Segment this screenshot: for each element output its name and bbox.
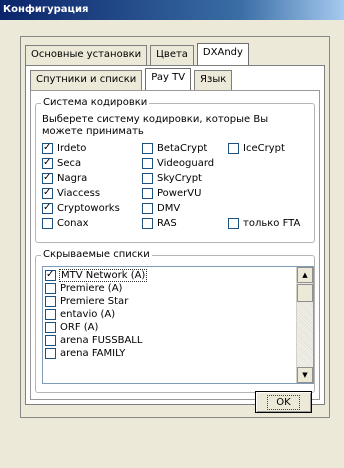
checkbox-label: Videoguard xyxy=(157,158,215,169)
checkbox-box[interactable] xyxy=(45,283,56,294)
list-item[interactable]: Premiere Star xyxy=(45,295,297,308)
checkbox-box[interactable] xyxy=(142,218,153,229)
checkbox-box[interactable] xyxy=(45,309,56,320)
checkbox-box[interactable] xyxy=(42,202,53,214)
list-item[interactable]: entavio (A) xyxy=(45,308,297,321)
tab-pay-tv[interactable]: Pay TV xyxy=(145,68,192,90)
checkbox-box[interactable] xyxy=(45,335,56,346)
list-item[interactable]: Premiere (A) xyxy=(45,282,297,295)
checkbox-box[interactable] xyxy=(142,203,153,214)
checkbox-label: SkyCrypt xyxy=(157,173,202,184)
list-item-label: ORF (A) xyxy=(60,322,99,333)
checkbox-box[interactable] xyxy=(45,296,56,307)
checkbox-conax[interactable]: Conax xyxy=(42,217,88,230)
checkbox-skycrypt[interactable]: SkyCrypt xyxy=(142,172,202,185)
tab-basic-settings[interactable]: Основные установки xyxy=(25,45,148,65)
checkbox-powervu[interactable]: PowerVU xyxy=(142,187,201,200)
checkbox-box[interactable] xyxy=(42,142,53,154)
scroll-up-button[interactable]: ▲ xyxy=(297,267,313,283)
ok-button-label: OK xyxy=(267,394,300,410)
checkbox-viaccess[interactable]: Viaccess xyxy=(42,187,100,200)
checkbox-label: DMV xyxy=(157,203,181,214)
list-item[interactable]: MTV Network (A) xyxy=(45,269,297,282)
hidden-lists-items: MTV Network (A) Premiere (A) Premiere St… xyxy=(45,269,297,360)
list-item[interactable]: ORF (A) xyxy=(45,321,297,334)
config-dialog: Основные установки Цвета DXAndy Спутники… xyxy=(20,36,330,418)
checkbox-box[interactable] xyxy=(42,172,53,184)
checkbox-label: Cryptoworks xyxy=(57,203,120,214)
checkbox-dmv[interactable]: DMV xyxy=(142,202,180,215)
checkbox-box[interactable] xyxy=(45,322,56,333)
tab-satellites-lists[interactable]: Спутники и списки xyxy=(30,70,143,90)
inner-tab-row: Спутники и списки Pay TV Язык xyxy=(30,68,235,90)
checkbox-label: только FTA xyxy=(243,218,301,229)
checkbox-cryptoworks[interactable]: Cryptoworks xyxy=(42,202,120,215)
checkbox-label: BetaCrypt xyxy=(157,143,208,154)
list-item-label: Premiere Star xyxy=(60,296,129,307)
checkbox-label: Nagra xyxy=(57,173,88,184)
encoding-description: Выберете систему кодировки, которые Вы м… xyxy=(42,114,269,137)
checkbox-box[interactable] xyxy=(228,218,239,229)
checkbox-box[interactable] xyxy=(45,269,56,281)
checkbox-box[interactable] xyxy=(142,143,153,154)
checkbox-box[interactable] xyxy=(228,143,239,154)
hidden-lists-group: Скрываемые списки MTV Network (A) Premie… xyxy=(35,249,315,393)
checkbox-fta-only[interactable]: только FTA xyxy=(228,217,300,230)
encoding-group-title: Система кодировки xyxy=(41,97,150,109)
checkbox-box[interactable] xyxy=(142,158,153,169)
checkbox-label: IceCrypt xyxy=(243,143,285,154)
arrow-up-icon: ▲ xyxy=(302,271,308,279)
hidden-lists-listbox[interactable]: MTV Network (A) Premiere (A) Premiere St… xyxy=(42,266,314,384)
checkbox-label: Seca xyxy=(57,158,82,169)
list-item-label: entavio (A) xyxy=(60,309,116,320)
checkbox-betacrypt[interactable]: BetaCrypt xyxy=(142,142,207,155)
arrow-down-icon: ▼ xyxy=(302,371,308,379)
list-item-label: MTV Network (A) xyxy=(58,269,148,282)
tab-language[interactable]: Язык xyxy=(194,70,233,90)
checkbox-icecrypt[interactable]: IceCrypt xyxy=(228,142,285,155)
checkbox-irdeto[interactable]: Irdeto xyxy=(42,142,86,155)
scroll-thumb[interactable] xyxy=(297,284,313,302)
scroll-down-button[interactable]: ▼ xyxy=(297,367,313,383)
checkbox-label: Viaccess xyxy=(57,188,101,199)
checkbox-nagra[interactable]: Nagra xyxy=(42,172,87,185)
checkbox-box[interactable] xyxy=(45,348,56,359)
outer-tab-row: Основные установки Цвета DXAndy xyxy=(25,43,252,65)
checkbox-box[interactable] xyxy=(42,218,53,229)
checkbox-box[interactable] xyxy=(42,187,53,199)
checkbox-label: Irdeto xyxy=(57,143,87,154)
tab-dxandy[interactable]: DXAndy xyxy=(196,43,249,65)
checkbox-seca[interactable]: Seca xyxy=(42,157,81,170)
list-item-label: arena FAMILY xyxy=(60,348,126,359)
tab-colors[interactable]: Цвета xyxy=(150,45,194,65)
ok-button[interactable]: OK xyxy=(255,391,312,413)
encoding-system-group: Система кодировки Выберете систему кодир… xyxy=(35,97,315,243)
checkbox-box[interactable] xyxy=(142,173,153,184)
checkbox-label: PowerVU xyxy=(157,188,202,199)
checkbox-videoguard[interactable]: Videoguard xyxy=(142,157,214,170)
listbox-scrollbar[interactable]: ▲ ▼ xyxy=(296,267,313,383)
window-title: Конфигурация xyxy=(3,4,89,15)
checkbox-box[interactable] xyxy=(42,157,53,169)
checkbox-label: Conax xyxy=(57,218,89,229)
window-titlebar: Конфигурация xyxy=(0,0,344,20)
dxandy-panel: Спутники и списки Pay TV Язык Система ко… xyxy=(25,65,325,405)
list-item[interactable]: arena FAMILY xyxy=(45,347,297,360)
pay-tv-panel: Система кодировки Выберете систему кодир… xyxy=(30,90,320,400)
checkbox-ras[interactable]: RAS xyxy=(142,217,177,230)
checkbox-label: RAS xyxy=(157,218,177,229)
list-item[interactable]: arena FUSSBALL xyxy=(45,334,297,347)
checkbox-box[interactable] xyxy=(142,188,153,199)
list-item-label: arena FUSSBALL xyxy=(60,335,143,346)
list-item-label: Premiere (A) xyxy=(60,283,123,294)
hidden-lists-title: Скрываемые списки xyxy=(41,249,152,261)
